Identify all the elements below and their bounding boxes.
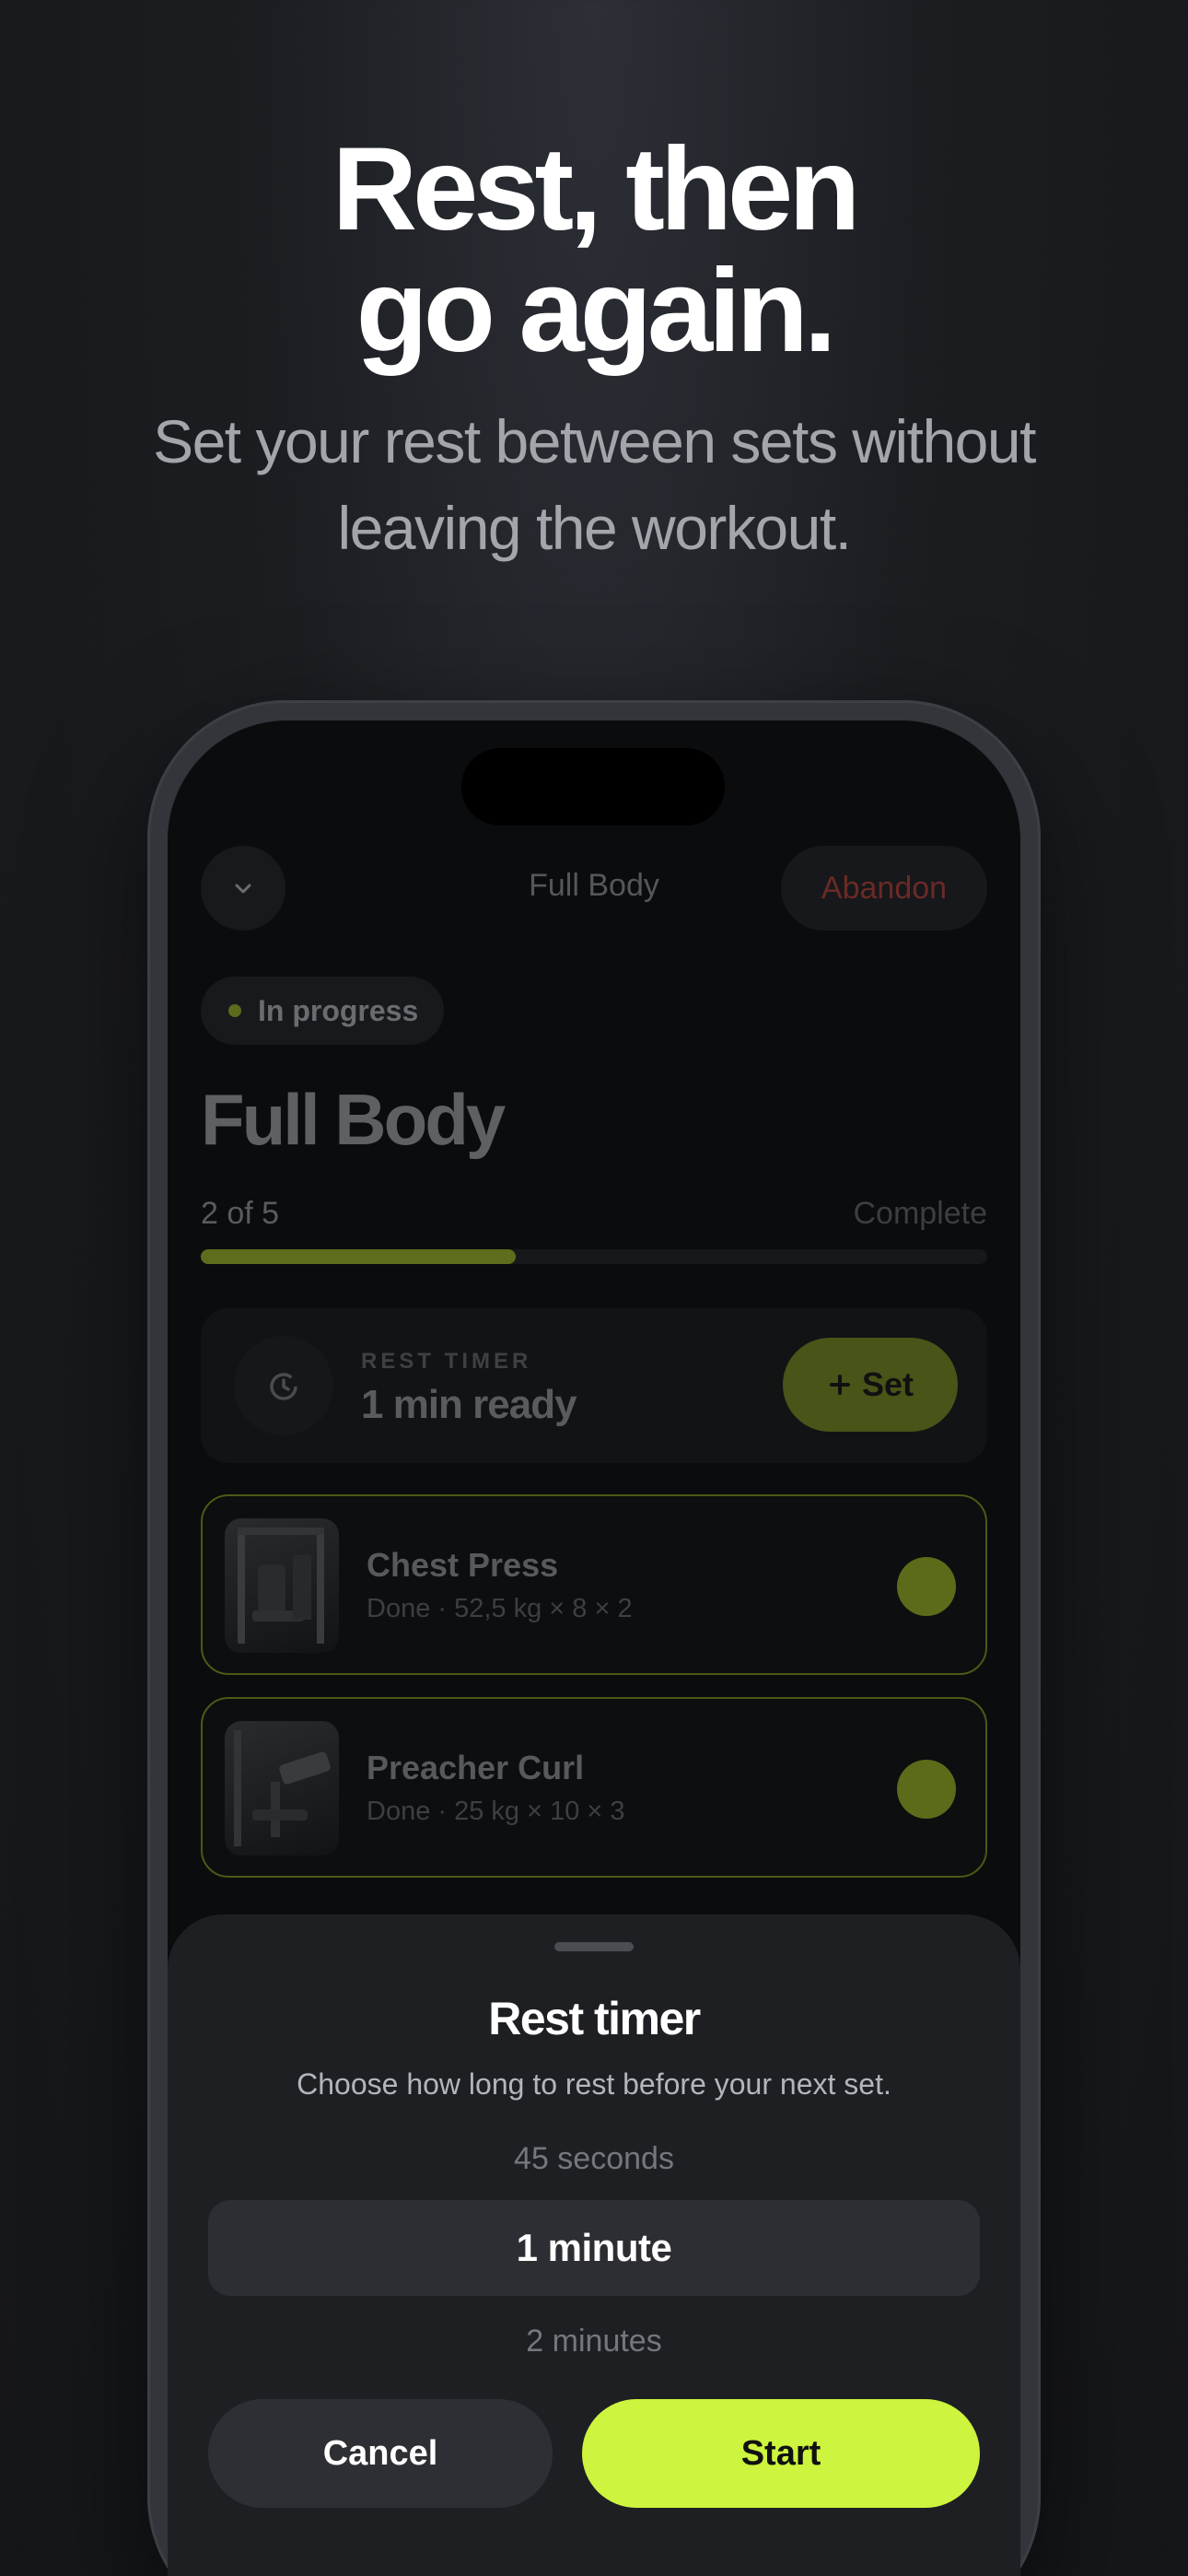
cancel-button[interactable]: Cancel <box>208 2399 553 2508</box>
rest-timer-card[interactable]: REST TIMER 1 min ready Set <box>201 1308 987 1463</box>
phone-frame: Full Body Abandon In progress Full Body … <box>147 700 1041 2576</box>
exercise-name: Preacher Curl <box>367 1749 585 1786</box>
phone-screen: Full Body Abandon In progress Full Body … <box>168 720 1020 2576</box>
page-title: Full Body <box>201 1079 506 1160</box>
progress-complete-label: Complete <box>853 1196 987 1231</box>
exercise-thumbnail <box>225 1518 339 1653</box>
picker-option[interactable]: 2 minutes <box>168 2324 1020 2359</box>
add-set-label: Set <box>861 1365 914 1403</box>
rest-timer-value: 1 min ready <box>361 1382 577 1427</box>
machine-image <box>238 1528 324 1644</box>
dynamic-island <box>461 748 725 825</box>
subhead-line-1: Set your rest between sets without <box>153 407 1036 475</box>
rest-timer-kicker: REST TIMER <box>361 1349 532 1374</box>
hero-subhead: Set your rest between sets without leavi… <box>55 398 1133 571</box>
plus-icon <box>829 1375 850 1395</box>
headline-line-1: Rest, then <box>332 123 861 255</box>
headline-line-2: go again. <box>355 245 837 377</box>
hero-headline: Rest, then go again. <box>0 129 1188 372</box>
progress-bar-fill <box>201 1249 516 1264</box>
exercise-thumbnail <box>225 1721 339 1856</box>
sheet-subtitle: Choose how long to rest before your next… <box>297 2067 891 2101</box>
machine-image <box>234 1730 331 1846</box>
picker-option[interactable]: 45 seconds <box>168 2141 1020 2177</box>
exercise-detail: Done · 25 kg × 10 × 3 <box>367 1797 625 1826</box>
status-label: In progress <box>258 993 419 1027</box>
picker-selected-option[interactable]: 1 minute <box>208 2200 980 2296</box>
add-set-button[interactable]: Set <box>783 1338 958 1432</box>
done-check-icon[interactable] <box>897 1760 956 1819</box>
exercise-name: Chest Press <box>367 1546 559 1584</box>
progress-count: 2 of 5 <box>201 1196 280 1231</box>
progress-bar <box>201 1249 987 1264</box>
subhead-line-2: leaving the workout. <box>337 494 852 562</box>
timer-icon <box>270 1373 297 1400</box>
exercise-detail: Done · 52,5 kg × 8 × 2 <box>367 1594 633 1623</box>
exercise-card[interactable]: Preacher Curl Done · 25 kg × 10 × 3 <box>201 1697 987 1878</box>
start-button[interactable]: Start <box>582 2399 980 2508</box>
exercise-card[interactable]: Chest Press Done · 52,5 kg × 8 × 2 <box>201 1494 987 1675</box>
timer-icon-wrap <box>234 1336 333 1435</box>
done-check-icon[interactable] <box>897 1557 956 1616</box>
status-badge: In progress <box>201 977 444 1045</box>
rest-timer-sheet: Rest timer Choose how long to rest befor… <box>168 1914 1020 2576</box>
abandon-button[interactable]: Abandon <box>781 846 987 931</box>
sheet-title: Rest timer <box>488 1993 701 2044</box>
sheet-grabber[interactable] <box>554 1942 634 1951</box>
status-dot <box>228 1004 241 1017</box>
